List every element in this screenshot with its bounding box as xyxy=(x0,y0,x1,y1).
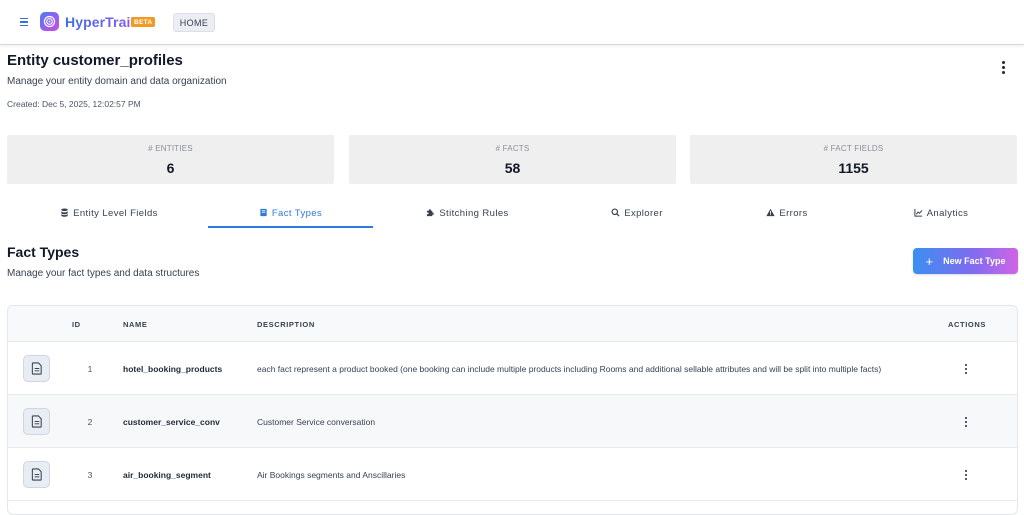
home-button[interactable]: HOME xyxy=(173,13,215,32)
stat-label: # ENTITIES xyxy=(148,144,193,153)
column-header-description[interactable]: DESCRIPTION xyxy=(257,320,315,329)
document-icon xyxy=(23,461,50,488)
database-icon xyxy=(61,208,68,217)
document-icon xyxy=(23,355,50,382)
new-fact-type-label: New Fact Type xyxy=(943,256,1006,266)
table-header: ID NAME DESCRIPTION ACTIONS xyxy=(8,306,1017,342)
target-logo-icon[interactable] xyxy=(40,12,59,31)
created-timestamp: Created: Dec 5, 2025, 12:02:57 PM xyxy=(7,99,141,109)
tab-label: Errors xyxy=(779,208,808,219)
hamburger-menu-icon[interactable] xyxy=(17,14,31,30)
row-actions-icon[interactable] xyxy=(960,468,972,482)
stat-card-entities: # ENTITIES 6 xyxy=(7,135,334,184)
more-options-icon[interactable] xyxy=(996,59,1010,75)
top-bar: HyperTrail BETA HOME xyxy=(0,0,1024,45)
app-name[interactable]: HyperTrail xyxy=(65,14,134,30)
book-icon xyxy=(260,208,267,217)
stat-card-facts: # FACTS 58 xyxy=(349,135,676,184)
table-row[interactable]: 3 air_booking_segment Air Bookings segme… xyxy=(8,448,1017,501)
fact-types-table: ID NAME DESCRIPTION ACTIONS 1 hotel_book… xyxy=(7,305,1018,515)
tab-label: Explorer xyxy=(624,208,663,219)
tab-label: Analytics xyxy=(926,208,969,219)
tab-stitching-rules[interactable]: Stitching Rules xyxy=(395,200,540,228)
row-name[interactable]: customer_service_conv xyxy=(123,417,220,427)
beta-badge: BETA xyxy=(131,17,156,27)
tab-bar: Entity Level Fields Fact Types Stitching… xyxy=(0,200,1024,228)
page-subtitle: Manage your entity domain and data organ… xyxy=(7,76,227,87)
tab-label: Entity Level Fields xyxy=(73,208,158,219)
new-fact-type-button[interactable]: + New Fact Type xyxy=(913,248,1018,274)
row-name[interactable]: air_booking_segment xyxy=(123,470,211,480)
tab-explorer[interactable]: Explorer xyxy=(564,200,710,228)
column-header-id[interactable]: ID xyxy=(72,320,81,329)
row-id: 1 xyxy=(87,364,93,374)
row-id: 2 xyxy=(87,417,93,427)
page-title: Entity customer_profiles xyxy=(7,52,183,69)
column-header-name[interactable]: NAME xyxy=(123,320,147,329)
row-description: Air Bookings segments and Anscillaries xyxy=(257,470,406,480)
plus-icon: + xyxy=(925,253,934,269)
tab-entity-level-fields[interactable]: Entity Level Fields xyxy=(36,200,182,228)
row-id: 3 xyxy=(87,470,93,480)
stat-value: 58 xyxy=(504,160,521,176)
section-title: Fact Types xyxy=(7,244,80,260)
line-chart-icon xyxy=(914,208,923,217)
column-header-actions: ACTIONS xyxy=(948,320,986,329)
warning-icon xyxy=(766,208,775,217)
row-description: Customer Service conversation xyxy=(257,417,376,427)
tab-analytics[interactable]: Analytics xyxy=(868,200,1014,228)
document-icon xyxy=(23,408,50,435)
tab-errors[interactable]: Errors xyxy=(734,200,840,228)
table-row[interactable]: 1 hotel_booking_products each fact repre… xyxy=(8,342,1017,395)
tab-label: Stitching Rules xyxy=(439,208,509,219)
stat-value: 6 xyxy=(166,160,175,176)
stat-label: # FACT FIELDS xyxy=(823,144,884,153)
row-actions-icon[interactable] xyxy=(960,415,972,429)
stat-value: 1155 xyxy=(838,160,869,176)
row-actions-icon[interactable] xyxy=(960,362,972,376)
row-description: each fact represent a product booked (on… xyxy=(257,364,882,374)
row-name[interactable]: hotel_booking_products xyxy=(123,364,222,374)
stat-card-fact-fields: # FACT FIELDS 1155 xyxy=(690,135,1017,184)
stat-label: # FACTS xyxy=(495,144,530,153)
tab-fact-types[interactable]: Fact Types xyxy=(208,200,373,228)
tab-label: Fact Types xyxy=(271,208,323,219)
search-icon xyxy=(611,208,620,217)
puzzle-icon xyxy=(427,209,435,217)
table-row[interactable]: 2 customer_service_conv Customer Service… xyxy=(8,395,1017,448)
section-subtitle: Manage your fact types and data structur… xyxy=(7,268,200,279)
